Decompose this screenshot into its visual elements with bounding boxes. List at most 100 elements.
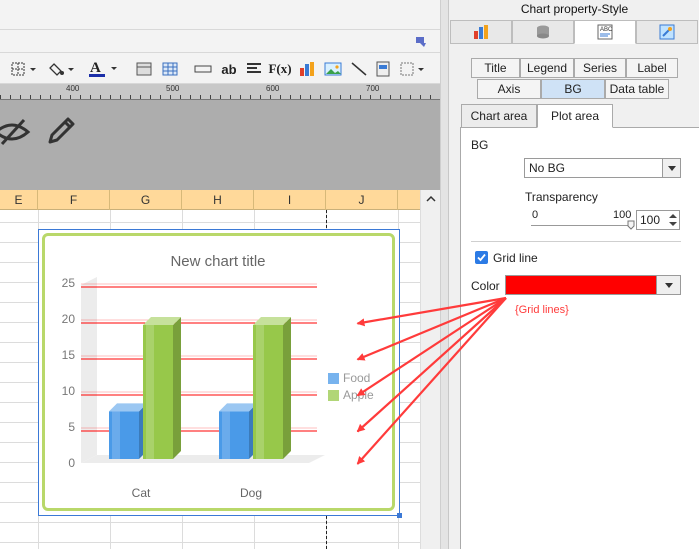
ruler-tick [190, 95, 191, 99]
top-toolbar [0, 0, 440, 30]
spinner[interactable] [667, 211, 679, 229]
chevron-down-icon[interactable] [656, 276, 680, 294]
chart-title[interactable]: New chart title [170, 253, 265, 270]
tab-data[interactable] [512, 20, 574, 44]
ruler-label: 400 [66, 84, 80, 93]
ruler-tick [270, 95, 271, 99]
tab-chart-area[interactable]: Chart area [461, 104, 537, 128]
bg-select[interactable]: No BG [524, 158, 681, 178]
x-tick-label: Cat [132, 486, 151, 500]
align-text-icon[interactable] [244, 57, 264, 81]
transparency-slider-thumb[interactable] [627, 220, 635, 230]
ruler-tick [120, 95, 121, 99]
chart-bar[interactable] [143, 317, 181, 459]
formula-icon[interactable]: F(x) [268, 57, 292, 81]
color-label: Color [471, 279, 500, 293]
tab-style[interactable]: ABC [574, 20, 636, 44]
column-header-g[interactable]: G [110, 190, 182, 210]
slider-min-label: 0 [532, 209, 539, 221]
fill-color-button[interactable] [48, 57, 76, 81]
legend-label: Food [343, 371, 370, 385]
ruler-tick [230, 95, 231, 99]
text-box-icon[interactable] [192, 57, 214, 81]
ruler-tick [420, 95, 421, 99]
y-tick-label: 10 [62, 384, 76, 398]
vertical-scrollbar[interactable] [420, 190, 440, 549]
toolbar-strip [0, 30, 440, 52]
tab-chart-type[interactable] [450, 20, 512, 44]
tab-effects[interactable] [636, 20, 698, 44]
line-tool-icon[interactable] [348, 57, 370, 81]
ruler-tick [330, 95, 331, 99]
tab-legend[interactable]: Legend [520, 58, 574, 78]
panel-title: Chart property-Style [520, 2, 629, 16]
splitter[interactable] [440, 0, 448, 549]
pencil-icon[interactable] [44, 114, 78, 148]
transparency-input[interactable]: 100 [636, 210, 680, 230]
ruler-tick [400, 95, 401, 99]
tab-title[interactable]: Title [471, 58, 520, 78]
shape-border-button[interactable] [398, 57, 428, 81]
ruler-tick [0, 95, 1, 99]
insert-image-icon[interactable] [322, 57, 344, 81]
merge-cells-icon[interactable] [134, 57, 154, 81]
divider [471, 241, 681, 242]
tab-label[interactable]: Label [626, 58, 678, 78]
ruler-tick [40, 95, 41, 99]
resize-handle[interactable] [397, 513, 402, 518]
table-grid-icon[interactable] [160, 57, 180, 81]
ruler-tick [260, 95, 261, 99]
spin-up-icon[interactable] [668, 212, 678, 220]
tab-bg[interactable]: BG [541, 79, 605, 99]
plot-area-settings: BG No BG Transparency 0 100 100 Grid lin… [460, 127, 699, 549]
scroll-up-icon[interactable] [425, 194, 437, 204]
tab-axis[interactable]: Axis [477, 79, 541, 99]
ruler-tick [170, 95, 171, 99]
legend-swatch [328, 373, 339, 384]
font-color-button[interactable]: A [86, 57, 120, 81]
spreadsheet-pane: A ab F(x) 400 500 600 700 E F G H I J Ne… [0, 0, 440, 549]
insert-chart-icon[interactable] [296, 57, 318, 81]
column-header-e[interactable]: E [0, 190, 38, 210]
toolbar-options-icon[interactable] [414, 36, 428, 48]
spin-down-icon[interactable] [668, 220, 678, 228]
checkmark-icon [477, 253, 486, 262]
column-headers: E F G H I J [0, 190, 420, 210]
column-header-j[interactable]: J [326, 190, 398, 210]
bg-select-value: No BG [529, 161, 566, 175]
chart-area[interactable]: New chart title 0 5 10 15 20 25 Cat Dog Food Apple [42, 233, 395, 511]
chart-bar[interactable] [109, 403, 147, 459]
column-header-i[interactable]: I [254, 190, 326, 210]
ruler-tick [110, 95, 111, 99]
column-header-h[interactable]: H [182, 190, 254, 210]
hide-icon[interactable] [0, 116, 32, 148]
tab-series[interactable]: Series [574, 58, 626, 78]
transparency-slider-track[interactable] [531, 225, 631, 226]
chart-bar[interactable] [253, 317, 291, 459]
text-label-icon[interactable]: ab [218, 57, 240, 81]
ruler-tick [160, 95, 161, 99]
ruler-tick [380, 95, 381, 99]
grid-line-checkbox[interactable] [475, 251, 488, 264]
ruler-tick [220, 95, 221, 99]
drawing-tools-area [0, 100, 440, 190]
chart-bar[interactable] [219, 403, 257, 459]
chart-object[interactable]: New chart title 0 5 10 15 20 25 Cat Dog Food Apple [38, 229, 402, 518]
grid-color-select[interactable] [505, 275, 681, 295]
ruler-label: 600 [266, 84, 280, 93]
tab-data-table[interactable]: Data table [605, 79, 669, 99]
tab-plot-area[interactable]: Plot area [537, 104, 613, 128]
ruler-label: 700 [366, 84, 380, 93]
ruler-tick [300, 95, 301, 99]
legend-label: Apple [343, 388, 374, 402]
chart-side-wall [81, 277, 97, 463]
chevron-down-icon[interactable] [662, 159, 680, 177]
ruler-tick [80, 95, 81, 99]
ruler-tick [140, 95, 141, 99]
borders-button[interactable] [8, 57, 38, 81]
ruler-tick [90, 95, 91, 99]
column-header-f[interactable]: F [38, 190, 110, 210]
ruler-tick [10, 95, 11, 99]
bg-label: BG [471, 138, 489, 152]
form-control-icon[interactable] [372, 57, 394, 81]
